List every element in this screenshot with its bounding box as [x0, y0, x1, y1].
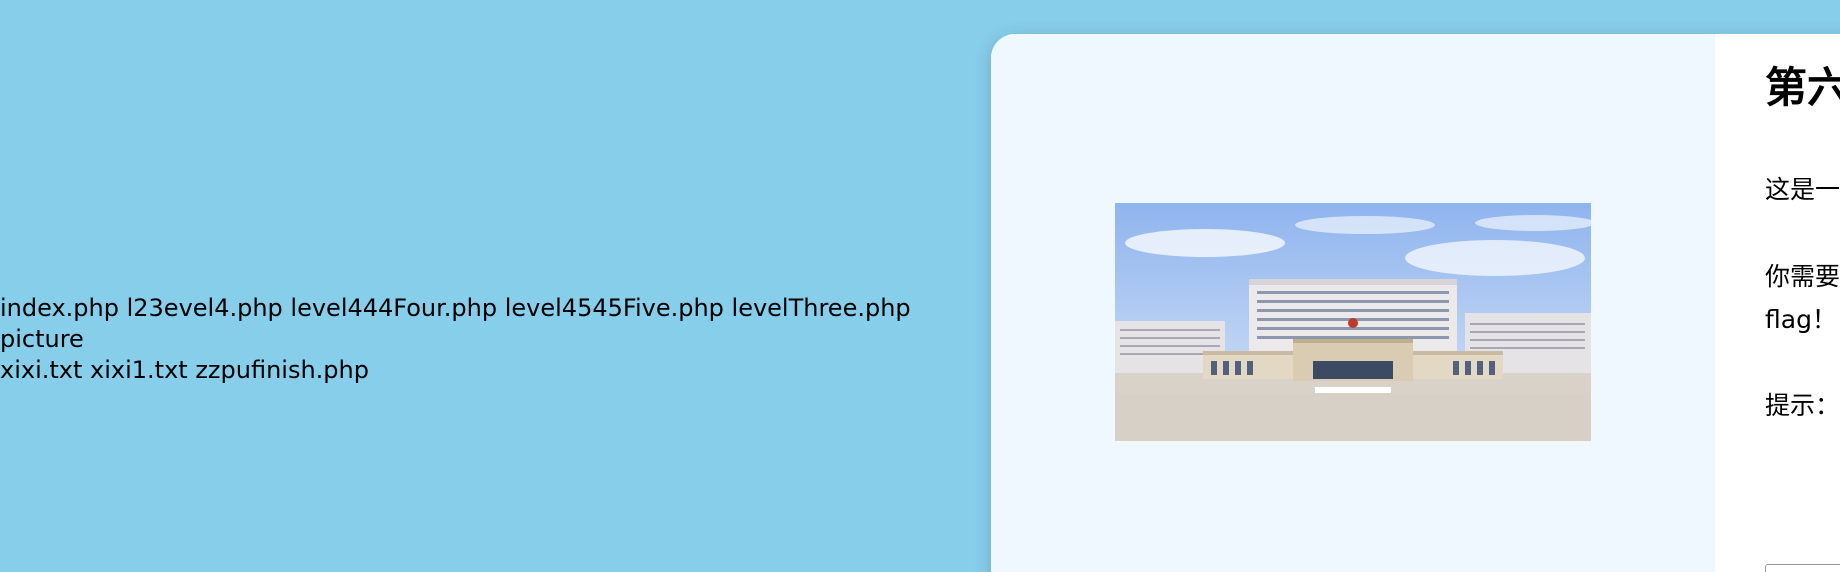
- task-text: 你需要: [1765, 262, 1840, 291]
- challenge-card: 第六 这是一 你需要 flag！ 提示：: [991, 34, 1840, 572]
- card-image-panel: [991, 34, 1715, 572]
- card-text-panel: 第六 这是一 你需要 flag！ 提示：: [1715, 34, 1840, 572]
- building-photo: [1115, 203, 1591, 441]
- directory-listing-line: index.php l23evel4.php level444Four.php …: [0, 294, 911, 353]
- intro-text: 这是一: [1765, 175, 1840, 204]
- directory-listing: index.php l23evel4.php level444Four.php …: [0, 293, 960, 386]
- level-title: 第六: [1765, 63, 1840, 112]
- directory-listing-line: xixi.txt xixi1.txt zzpufinish.php: [0, 356, 369, 384]
- page: index.php l23evel4.php level444Four.php …: [0, 0, 1840, 572]
- task-text-continued: flag！: [1765, 305, 1837, 334]
- hint-label: 提示：: [1765, 391, 1840, 420]
- answer-input[interactable]: [1765, 564, 1840, 572]
